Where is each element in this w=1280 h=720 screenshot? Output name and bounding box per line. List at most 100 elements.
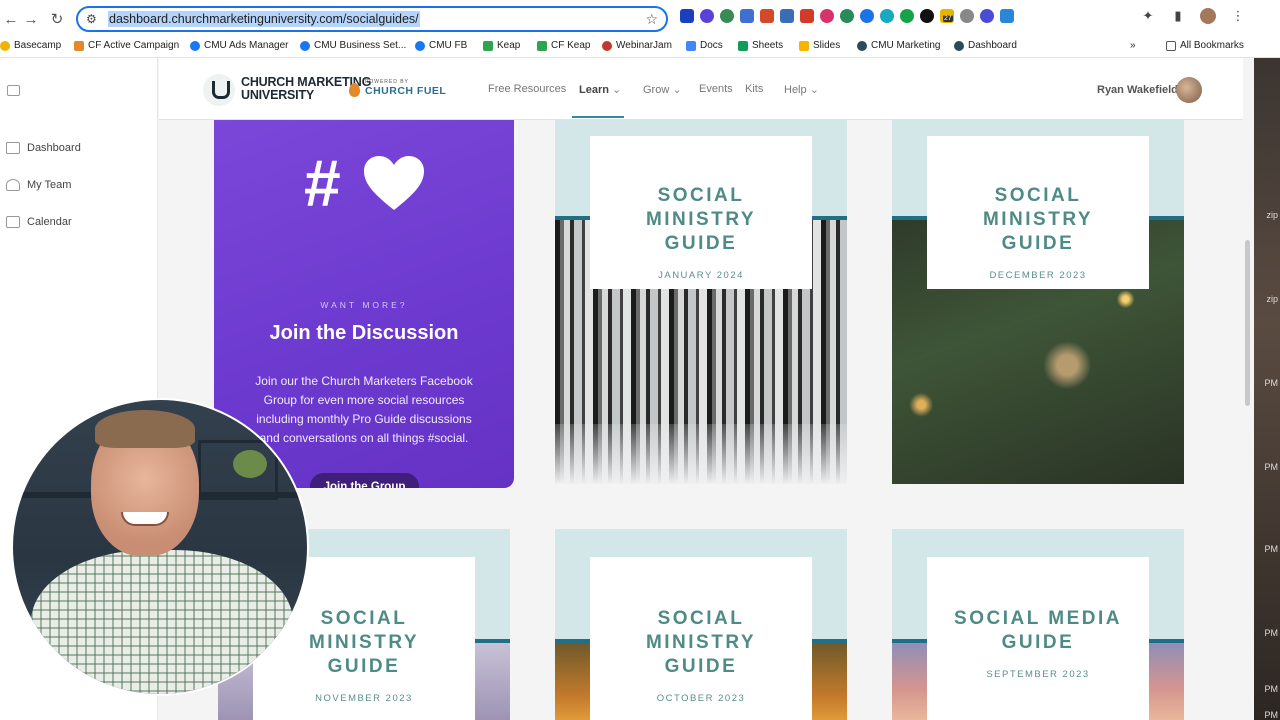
nav-help[interactable]: Help ⌄	[784, 83, 819, 96]
nav-learn[interactable]: Learn ⌄	[579, 83, 621, 96]
desktop-file-label: PM	[1264, 462, 1279, 472]
bookmark-star-icon[interactable]: ☆	[645, 11, 658, 28]
address-bar[interactable]: ⚙ dashboard.churchmarketinguniversity.co…	[76, 6, 668, 32]
bookmark-label: All Bookmarks	[1180, 40, 1244, 51]
extension-icon[interactable]	[980, 9, 994, 23]
church-fuel-logo: POWERED BY CHURCH FUEL	[349, 79, 446, 97]
bookmark-label: Sheets	[752, 40, 784, 51]
extension-icon[interactable]	[840, 9, 854, 23]
bookmark-cmu-ads-manager[interactable]: CMU Ads Manager	[190, 40, 288, 51]
cmu-icon	[857, 40, 867, 51]
user-name[interactable]: Ryan Wakefield	[1097, 84, 1178, 96]
guide-title-line: MINISTRY	[645, 632, 757, 653]
nav-kits[interactable]: Kits	[745, 83, 763, 95]
extension-icon[interactable]	[960, 9, 974, 23]
browser-toolbar: ← → ↻ ⚙ dashboard.churchmarketingunivers…	[0, 0, 1280, 37]
meta-icon	[190, 40, 200, 51]
slides-icon	[799, 40, 809, 51]
plant	[233, 450, 267, 478]
forward-icon[interactable]: →	[20, 8, 42, 30]
sheets-icon	[738, 40, 748, 51]
bookmark-cmu-business-settings[interactable]: CMU Business Set...	[300, 40, 406, 51]
bookmark-label: CMU FB	[429, 40, 468, 51]
extension-icon[interactable]	[700, 9, 714, 23]
nav-events[interactable]: Events	[699, 83, 733, 95]
extension-icon[interactable]	[780, 9, 794, 23]
bookmark-docs[interactable]: Docs	[686, 40, 723, 51]
nav-grow[interactable]: Grow ⌄	[643, 83, 682, 96]
bookmark-cf-active-campaign[interactable]: CF Active Campaign	[74, 40, 179, 51]
bookmarks-bar: Basecamp CF Active Campaign CMU Ads Mana…	[0, 37, 1280, 58]
guide-label: SOCIAL MINISTRY GUIDE DECEMBER 2023	[927, 136, 1149, 289]
keap-icon	[537, 40, 547, 51]
guide-card-october-2023[interactable]: SOCIAL MINISTRY GUIDE OCTOBER 2023	[555, 529, 847, 720]
extension-badge-count: 27	[943, 15, 953, 22]
desktop-file-label: PM	[1264, 544, 1279, 554]
nav-free-resources[interactable]: Free Resources	[488, 83, 566, 95]
bookmark-dashboard[interactable]: Dashboard	[954, 40, 1017, 51]
side-panel-icon[interactable]: ▮	[1170, 8, 1186, 24]
docs-icon	[686, 40, 696, 51]
sidebar-toggle-icon[interactable]	[7, 85, 20, 96]
extension-icon[interactable]	[820, 9, 834, 23]
guide-date: SEPTEMBER 2023	[986, 669, 1090, 680]
extensions-puzzle-icon[interactable]: ✦	[1140, 8, 1156, 24]
extension-icon[interactable]	[860, 9, 874, 23]
extension-icon[interactable]	[1000, 9, 1014, 23]
flame-icon	[349, 83, 360, 97]
bookmark-label: CMU Marketing	[871, 40, 941, 51]
join-discussion-card: # WANT MORE? Join the Discussion Join ou…	[214, 120, 514, 488]
reload-icon[interactable]: ↻	[46, 8, 68, 30]
extension-icon[interactable]	[800, 9, 814, 23]
presenter-hair	[95, 410, 195, 448]
desktop-file-label: PM	[1264, 684, 1279, 694]
hashtag-symbol: #	[304, 146, 341, 220]
guide-card-january-2024[interactable]: SOCIAL MINISTRY GUIDE JANUARY 2024	[555, 120, 847, 484]
extension-icon[interactable]	[720, 9, 734, 23]
extension-icon[interactable]	[900, 9, 914, 23]
cmu-icon	[954, 40, 964, 51]
bookmark-cf-keap[interactable]: CF Keap	[537, 40, 590, 51]
site-info-icon[interactable]: ⚙	[86, 12, 104, 26]
discussion-eyebrow: WANT MORE?	[320, 300, 408, 310]
cmu-logo-icon[interactable]	[203, 74, 235, 106]
bookmark-cmu-fb[interactable]: CMU FB	[415, 40, 467, 51]
webinarjam-icon	[602, 40, 612, 51]
bookmark-sheets[interactable]: Sheets	[738, 40, 783, 51]
bookmark-label: WebinarJam	[616, 40, 672, 51]
discussion-body: Join our the Church Marketers Facebook G…	[255, 374, 473, 445]
more-bookmarks-icon[interactable]: »	[1130, 40, 1136, 51]
guide-card-september-2023[interactable]: SOCIAL MEDIA GUIDE SEPTEMBER 2023	[892, 529, 1184, 720]
sidebar-item-calendar[interactable]: Calendar	[6, 216, 72, 228]
bookmark-basecamp[interactable]: Basecamp	[0, 40, 61, 51]
bookmark-cmu-marketing[interactable]: CMU Marketing	[857, 40, 940, 51]
sidebar-item-my-team[interactable]: My Team	[6, 179, 71, 191]
bookmark-label: Slides	[813, 40, 841, 51]
kebab-menu-icon[interactable]: ⋮	[1230, 8, 1246, 24]
bookmark-slides[interactable]: Slides	[799, 40, 840, 51]
user-avatar[interactable]	[1176, 77, 1202, 103]
discussion-title: Join the Discussion	[269, 322, 459, 344]
bookmark-webinarjam[interactable]: WebinarJam	[602, 40, 672, 51]
desktop-file-label: zip	[1266, 210, 1278, 220]
sidebar-item-dashboard[interactable]: Dashboard	[6, 142, 81, 154]
join-group-button[interactable]: Join the Group	[310, 473, 419, 488]
sidebar-item-label: Calendar	[27, 216, 72, 228]
extension-icon[interactable]	[920, 9, 934, 23]
guide-card-december-2023[interactable]: SOCIAL MINISTRY GUIDE DECEMBER 2023	[892, 120, 1184, 484]
extension-badge-icon[interactable]: 27	[940, 9, 954, 23]
chrome-actions: ✦ ▮ ⋮	[1140, 8, 1246, 24]
guide-label: SOCIAL MEDIA GUIDE SEPTEMBER 2023	[927, 557, 1149, 720]
profile-avatar[interactable]	[1200, 8, 1216, 24]
bookmark-keap[interactable]: Keap	[483, 40, 520, 51]
extension-icon[interactable]	[680, 9, 694, 23]
all-bookmarks[interactable]: All Bookmarks	[1166, 40, 1244, 51]
page-scrollbar[interactable]	[1245, 240, 1250, 406]
guide-title-line: GUIDE	[1001, 632, 1075, 653]
extension-icon[interactable]	[760, 9, 774, 23]
guide-date: DECEMBER 2023	[989, 270, 1087, 281]
extensions-row: 27	[680, 9, 1014, 23]
back-icon[interactable]: ←	[0, 8, 22, 30]
extension-icon[interactable]	[880, 9, 894, 23]
extension-icon[interactable]	[740, 9, 754, 23]
